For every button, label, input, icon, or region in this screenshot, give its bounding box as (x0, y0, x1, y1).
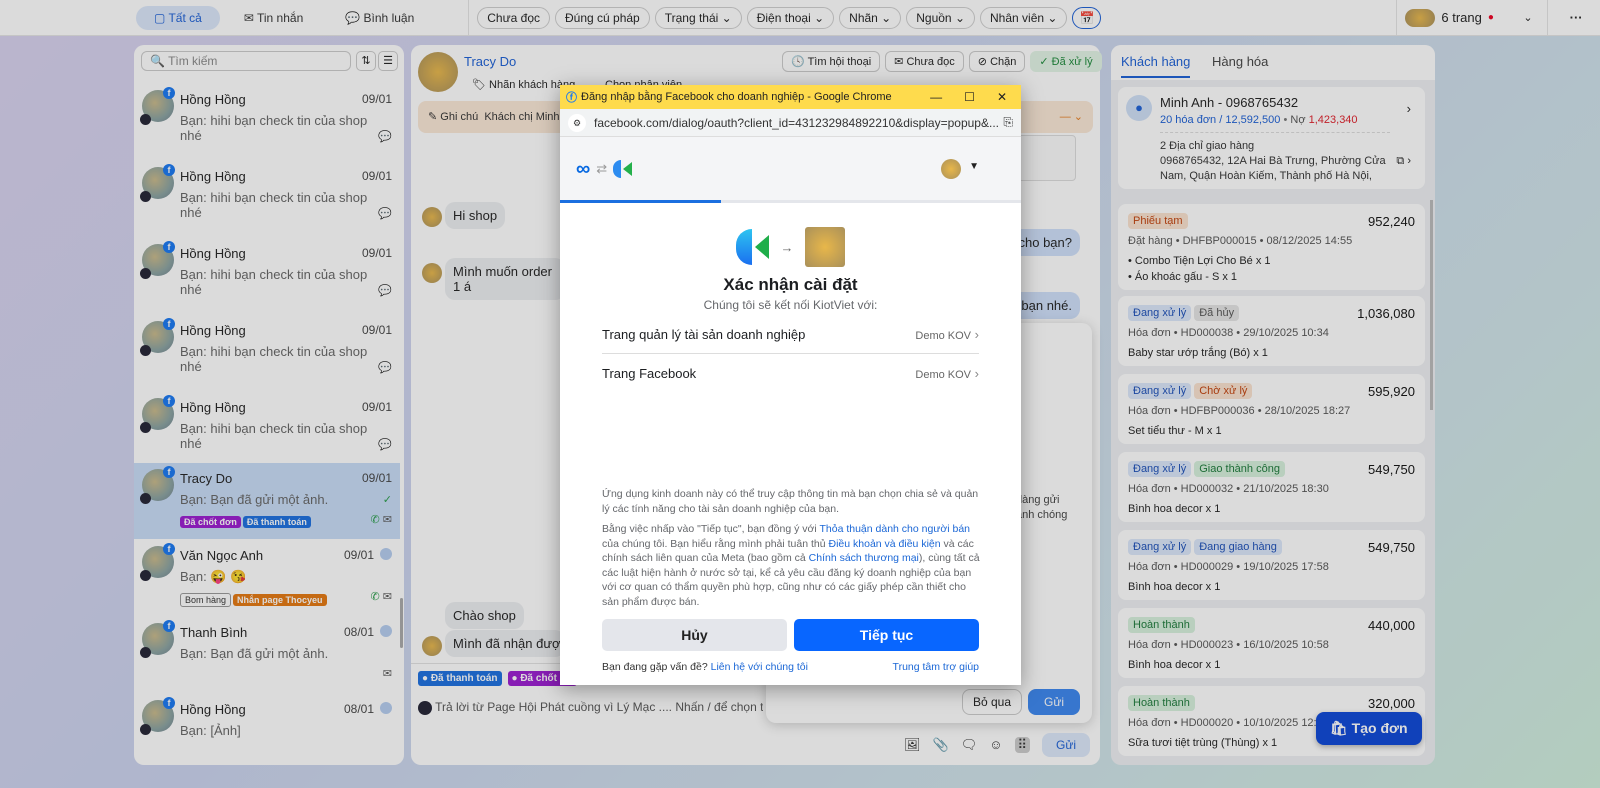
commerce-policy-link[interactable]: Chính sách thương mại (809, 552, 919, 564)
facebook-login-popup: ⓕ Đăng nhập bằng Facebook cho doanh nghi… (560, 85, 1021, 685)
chevron-right-icon: › (974, 365, 979, 381)
minimize-icon[interactable]: — (930, 90, 942, 104)
asset-list: Trang quản lý tài sản doanh nghiệp Demo K… (602, 316, 979, 392)
legal-text: Ứng dụng kinh doanh này có thể truy cập … (602, 488, 980, 608)
site-settings-icon[interactable]: ⚙ (568, 113, 586, 132)
account-avatar[interactable] (941, 159, 961, 179)
address-bar[interactable]: ⚙ facebook.com/dialog/oauth?client_id=43… (560, 109, 1021, 137)
trouble-text: Bạn đang gặp vấn đề? Liên hệ với chúng t… (602, 661, 808, 673)
cancel-button[interactable]: Hủy (602, 619, 787, 651)
kiotviet-logo-part (623, 162, 633, 176)
window-titlebar: ⓕ Đăng nhập bằng Facebook cho doanh nghi… (560, 85, 1021, 109)
install-app-icon[interactable]: ⎘ (1003, 115, 1013, 130)
fb-header: ∞ ⇄ ▼ (560, 137, 1021, 203)
kiotviet-logo-icon (613, 160, 622, 178)
progress-track (560, 200, 1021, 203)
terms-link[interactable]: Điều khoản và điều kiện (829, 538, 941, 550)
meta-logo-icon: ∞ (576, 157, 591, 180)
caret-down-icon[interactable]: ▼ (969, 161, 979, 172)
popup-subheading: Chúng tôi sẽ kết nối KiotViet với: (703, 298, 878, 312)
maximize-icon[interactable]: ☐ (964, 90, 975, 104)
popup-heading: Xác nhận cài đặt (723, 275, 858, 294)
progress-fill (560, 200, 722, 203)
chevron-right-icon: › (974, 327, 979, 342)
seller-agreement-link[interactable]: Thỏa thuận dành cho người bán (819, 523, 970, 535)
facebook-icon: ⓕ (566, 92, 577, 104)
connect-graphic: → (560, 227, 1021, 267)
continue-button[interactable]: Tiếp tục (794, 619, 979, 651)
asset-row[interactable]: Trang quản lý tài sản doanh nghiệp Demo K… (602, 316, 979, 354)
kiotviet-icon (735, 229, 752, 265)
close-icon[interactable]: ✕ (997, 90, 1007, 104)
contact-link[interactable]: Liên hệ với chúng tôi (711, 661, 808, 673)
arrow-right-icon: → (780, 239, 794, 255)
page-thumbnail (805, 227, 846, 267)
swap-icon: ⇄ (596, 161, 608, 176)
help-center-link[interactable]: Trung tâm trợ giúp (893, 661, 979, 673)
asset-row[interactable]: Trang Facebook Demo KOV › (602, 354, 979, 392)
kiotviet-icon-part (754, 235, 769, 259)
